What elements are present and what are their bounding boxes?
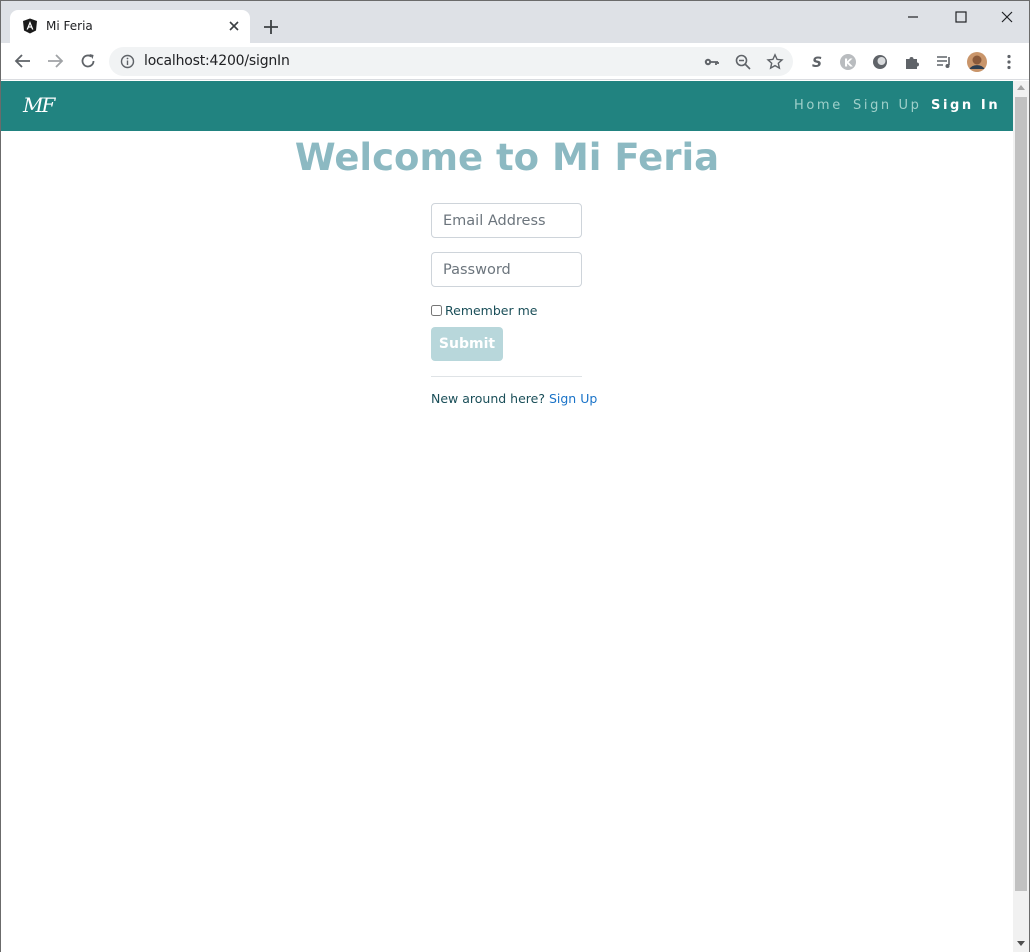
remember-me-label: Remember me bbox=[445, 303, 538, 318]
minimize-icon[interactable] bbox=[903, 7, 923, 27]
signup-prompt-line: New around here? Sign Up bbox=[431, 391, 597, 406]
key-icon[interactable] bbox=[703, 53, 721, 71]
zoom-out-icon[interactable] bbox=[734, 53, 752, 71]
window-close-icon[interactable] bbox=[997, 7, 1017, 27]
reading-list-icon[interactable] bbox=[934, 52, 954, 72]
password-field[interactable] bbox=[431, 252, 582, 287]
tab-title: Mi Feria bbox=[46, 19, 93, 33]
info-icon[interactable] bbox=[120, 54, 135, 69]
kebab-menu-icon[interactable] bbox=[999, 52, 1019, 72]
page-viewport: MF Home Sign Up Sign In Welcome to Mi Fe… bbox=[1, 81, 1013, 952]
tab-strip: Mi Feria bbox=[1, 1, 1029, 44]
scroll-thumb[interactable] bbox=[1015, 97, 1027, 891]
page-title: Welcome to Mi Feria bbox=[294, 136, 720, 179]
forward-arrow-icon[interactable] bbox=[45, 51, 65, 71]
nav-link-sign-up[interactable]: Sign Up bbox=[853, 98, 921, 113]
circle-extension-icon[interactable] bbox=[870, 52, 890, 72]
address-bar[interactable]: localhost:4200/signIn bbox=[109, 47, 793, 76]
browser-tab[interactable]: Mi Feria bbox=[10, 10, 250, 44]
svg-text:S: S bbox=[812, 55, 822, 71]
nav-link-home[interactable]: Home bbox=[794, 98, 843, 113]
site-navbar: MF Home Sign Up Sign In bbox=[1, 81, 1013, 131]
signup-prompt-text: New around here? bbox=[431, 391, 545, 406]
maximize-icon[interactable] bbox=[951, 7, 971, 27]
back-arrow-icon[interactable] bbox=[13, 51, 33, 71]
email-field[interactable] bbox=[431, 203, 582, 238]
plus-icon[interactable] bbox=[261, 17, 281, 37]
vertical-scrollbar[interactable] bbox=[1013, 81, 1029, 952]
puzzle-icon[interactable] bbox=[902, 52, 922, 72]
divider bbox=[431, 376, 582, 377]
scroll-up-arrow-icon[interactable] bbox=[1017, 85, 1025, 90]
close-icon[interactable] bbox=[226, 18, 242, 34]
star-icon[interactable] bbox=[766, 53, 784, 71]
submit-button[interactable]: Submit bbox=[431, 327, 503, 361]
angular-logo-icon bbox=[22, 18, 38, 34]
avatar[interactable] bbox=[966, 51, 988, 73]
browser-window: Mi Feria localhost:4200/signIn S K MF Ho… bbox=[0, 0, 1030, 952]
browser-toolbar: localhost:4200/signIn S K bbox=[1, 43, 1029, 80]
nav-link-sign-in[interactable]: Sign In bbox=[931, 98, 1000, 113]
k-extension-icon[interactable]: K bbox=[838, 52, 858, 72]
reload-icon[interactable] bbox=[78, 51, 98, 71]
remember-me-checkbox[interactable] bbox=[431, 305, 442, 316]
brand-logo[interactable]: MF bbox=[23, 93, 55, 117]
scroll-down-arrow-icon[interactable] bbox=[1017, 941, 1025, 946]
svg-text:K: K bbox=[844, 57, 853, 70]
remember-me[interactable]: Remember me bbox=[431, 303, 537, 318]
url-text: localhost:4200/signIn bbox=[144, 53, 290, 69]
s-extension-icon[interactable]: S bbox=[807, 52, 827, 72]
signup-link[interactable]: Sign Up bbox=[549, 391, 597, 406]
